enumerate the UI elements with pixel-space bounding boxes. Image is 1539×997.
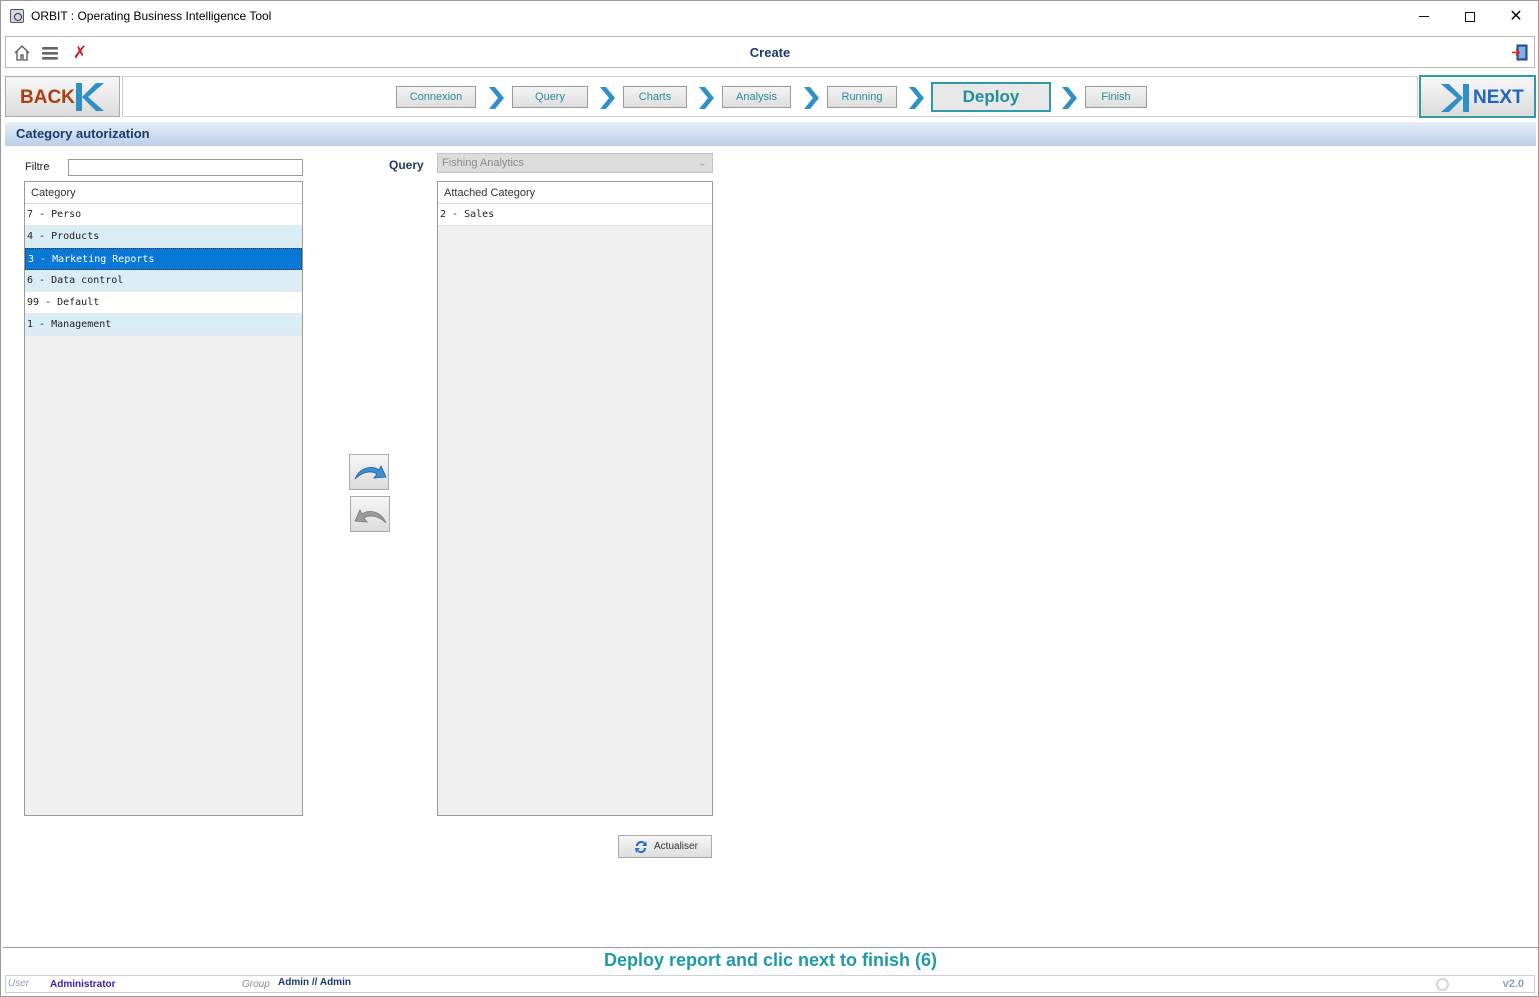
maximize-icon (1465, 11, 1475, 22)
list-item[interactable]: 2 - Sales (438, 204, 712, 226)
toolbar: ✗ Create (5, 36, 1535, 68)
query-label: Query (389, 158, 424, 172)
minimize-icon (1419, 16, 1429, 17)
attached-list-header[interactable]: Attached Category (438, 182, 712, 204)
step-arrow-icon (699, 87, 714, 109)
filter-input[interactable] (68, 159, 303, 176)
step-arrow-icon (600, 87, 615, 109)
group-label: Group (242, 979, 270, 990)
back-label: BACK (20, 87, 75, 108)
step-arrow-icon (909, 87, 924, 109)
refresh-button[interactable]: Actualiser (618, 835, 712, 858)
app-window: ORBIT : Operating Business Intelligence … (0, 0, 1539, 997)
add-category-button[interactable] (349, 454, 389, 490)
user-value: Administrator (50, 979, 116, 990)
refresh-icon (635, 841, 647, 853)
back-chevron-icon (76, 83, 104, 111)
hint-text: Deploy report and clic next to finish (6… (3, 947, 1538, 974)
step-charts[interactable]: Charts (623, 86, 687, 108)
category-list[interactable]: Category 7 - Perso 4 - Products 3 - Mark… (24, 181, 303, 816)
next-label: NEXT (1473, 87, 1524, 108)
close-icon: ✕ (1509, 7, 1523, 25)
list-item-selected[interactable]: 3 - Marketing Reports (25, 248, 302, 270)
page-title: Create (749, 45, 791, 60)
step-connexion[interactable]: Connexion (396, 86, 476, 108)
chevron-down-icon: ⌄ (697, 157, 707, 169)
window-title: ORBIT : Operating Business Intelligence … (31, 9, 272, 23)
query-select[interactable]: Fishing Analytics ⌄ (437, 153, 713, 173)
section-title: Category autorization (5, 122, 1536, 146)
step-query[interactable]: Query (512, 86, 588, 108)
back-button[interactable]: BACK (5, 76, 120, 117)
step-deploy[interactable]: Deploy (931, 82, 1051, 112)
group-value: Admin // Admin (278, 977, 351, 988)
list-item[interactable]: 1 - Management (25, 314, 302, 336)
title-bar: ORBIT : Operating Business Intelligence … (1, 1, 1538, 32)
list-item[interactable]: 7 - Perso (25, 204, 302, 226)
app-logo-icon (10, 9, 24, 23)
step-arrow-icon (804, 87, 819, 109)
list-item[interactable]: 6 - Data control (25, 270, 302, 292)
busy-indicator-icon (1436, 978, 1449, 991)
step-arrow-icon (1062, 87, 1077, 109)
arrow-forward-icon (354, 465, 387, 480)
refresh-label: Actualiser (654, 841, 698, 852)
close-window-button[interactable]: ✕ (1493, 1, 1539, 32)
attached-category-list[interactable]: Attached Category 2 - Sales (437, 181, 713, 816)
exit-icon[interactable] (1512, 44, 1528, 61)
filter-label: Filtre (25, 161, 50, 173)
step-arrow-icon (489, 87, 504, 109)
maximize-button[interactable] (1447, 1, 1493, 32)
category-list-header[interactable]: Category (25, 182, 302, 204)
arrow-back-icon (354, 509, 387, 524)
query-select-value: Fishing Analytics (442, 157, 524, 169)
status-bar: User Administrator Group Admin // Admin … (5, 975, 1535, 993)
next-button[interactable]: NEXT (1419, 75, 1536, 118)
list-item[interactable]: 4 - Products (25, 226, 302, 248)
minimize-button[interactable] (1401, 1, 1447, 32)
wizard-steps: Connexion Query Charts Analysis Running … (122, 76, 1418, 117)
next-chevron-icon (1441, 84, 1469, 112)
list-item[interactable]: 99 - Default (25, 292, 302, 314)
remove-category-button[interactable] (350, 496, 390, 532)
step-analysis[interactable]: Analysis (722, 86, 791, 108)
user-label: User (8, 978, 30, 989)
step-finish[interactable]: Finish (1085, 86, 1147, 108)
version-label: v2.0 (1502, 978, 1524, 990)
step-running[interactable]: Running (827, 86, 897, 108)
